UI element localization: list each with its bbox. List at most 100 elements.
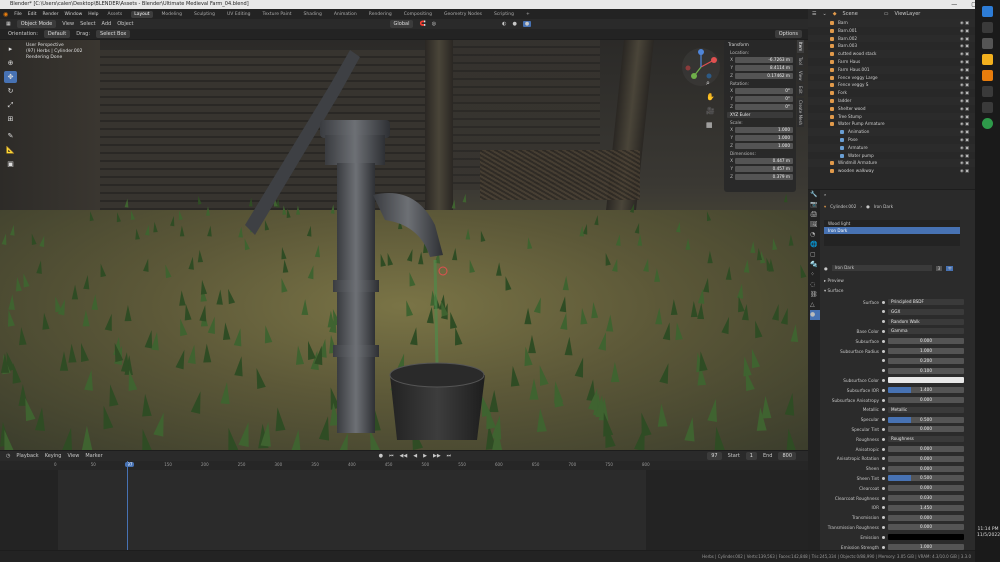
- tweak-tool-icon[interactable]: ▸: [4, 43, 17, 55]
- browser-app-icon[interactable]: [982, 102, 993, 113]
- playback-menu[interactable]: Playback: [16, 453, 38, 459]
- outliner-item[interactable]: Fence veggy S ◉ ▣: [808, 81, 975, 90]
- property-value-field[interactable]: Principled BSDF: [888, 299, 964, 305]
- proportional-edit-icon[interactable]: ◎: [432, 21, 436, 27]
- property-value-field[interactable]: Metallic: [888, 406, 964, 413]
- rotation-z-field[interactable]: Z 0°: [727, 103, 793, 110]
- timeline-view-menu[interactable]: View: [67, 453, 79, 459]
- drag-select[interactable]: Select Box: [96, 30, 131, 38]
- menu-file[interactable]: File: [14, 12, 22, 17]
- jump-end-icon[interactable]: ⏭: [447, 453, 452, 459]
- visibility-icon[interactable]: ◉ ▣: [960, 97, 969, 105]
- navigation-gizmo[interactable]: [680, 46, 722, 88]
- property-value-field[interactable]: Gamma: [888, 328, 964, 335]
- fake-user-icon[interactable]: ⛨: [946, 265, 954, 271]
- prev-key-icon[interactable]: ◀◀: [400, 453, 408, 459]
- socket-dot-icon[interactable]: [882, 535, 885, 539]
- material-users-count[interactable]: 3: [935, 265, 943, 271]
- material-slot-item[interactable]: Wood light: [824, 220, 960, 227]
- constraints-tab-icon[interactable]: ⛓: [810, 290, 820, 300]
- viewlayer-name[interactable]: ViewLayer: [895, 11, 921, 17]
- socket-dot-icon[interactable]: [882, 427, 885, 431]
- outliner-item[interactable]: Water Pump Armature ◉ ▣: [808, 120, 975, 128]
- tab-uv-editing[interactable]: UV Editing: [224, 11, 253, 18]
- play-reverse-icon[interactable]: ◀: [413, 453, 417, 459]
- play-icon[interactable]: ▶: [423, 453, 427, 459]
- select-menu[interactable]: Select: [80, 21, 95, 27]
- property-value-field[interactable]: 0.000: [888, 446, 964, 452]
- outliner-item[interactable]: Windmill Armature ◉ ▣: [808, 159, 975, 168]
- outliner-item[interactable]: cutted wood stack ◉ ▣: [808, 50, 975, 58]
- jump-start-icon[interactable]: ⏮: [389, 453, 394, 459]
- tool-tab-icon[interactable]: 🔧: [810, 190, 820, 200]
- add-workspace-button[interactable]: +: [523, 11, 533, 18]
- visibility-icon[interactable]: ◉ ▣: [960, 105, 969, 113]
- visibility-icon[interactable]: ◉ ▣: [960, 66, 969, 74]
- visibility-icon[interactable]: ◉ ▣: [960, 50, 969, 58]
- outliner-item[interactable]: Barn.002 ◉ ▣: [808, 34, 975, 43]
- tab-assets[interactable]: Assets: [105, 11, 126, 18]
- property-value-field[interactable]: 0.200: [888, 357, 964, 364]
- visibility-icon[interactable]: ◉ ▣: [960, 27, 969, 35]
- scale-z-field[interactable]: Z 1.000: [727, 142, 793, 149]
- scale-y-field[interactable]: Y 1.000: [727, 134, 793, 141]
- file-explorer-icon[interactable]: [982, 38, 993, 49]
- particles-tab-icon[interactable]: ⁘: [810, 270, 820, 280]
- socket-dot-icon[interactable]: [882, 369, 885, 373]
- outliner-item[interactable]: ladder ◉ ▣: [808, 96, 975, 105]
- orientation-select[interactable]: Default: [43, 30, 71, 38]
- zoom-icon[interactable]: ⌕: [706, 76, 715, 90]
- socket-dot-icon[interactable]: [882, 398, 885, 402]
- output-tab-icon[interactable]: 🖨: [810, 210, 820, 220]
- tab-layout[interactable]: Layout: [131, 10, 153, 18]
- outliner-item[interactable]: Farm Haus.001 ◉ ▣: [808, 65, 975, 74]
- material-tab-icon[interactable]: ●: [810, 310, 820, 320]
- property-value-field[interactable]: 0.000: [888, 397, 964, 403]
- editor-type-icon[interactable]: ▦: [6, 21, 11, 27]
- marker-menu[interactable]: Marker: [85, 453, 102, 459]
- outliner-item[interactable]: Farm Haus ◉ ▣: [808, 58, 975, 66]
- 3d-viewport[interactable]: User Perspective (97) Herbs | Cylinder.0…: [0, 40, 808, 450]
- property-value-field[interactable]: 0.000: [888, 338, 964, 345]
- visibility-icon[interactable]: ◉ ▣: [960, 144, 969, 152]
- playhead-line[interactable]: [127, 461, 128, 550]
- outliner-item[interactable]: Fork ◉ ▣: [808, 89, 975, 97]
- outliner-editor-icon[interactable]: ☰: [812, 11, 816, 17]
- property-value-field[interactable]: 0.500: [888, 475, 964, 482]
- visibility-icon[interactable]: ◉ ▣: [960, 113, 969, 121]
- rotation-x-field[interactable]: X 0°: [727, 87, 793, 94]
- tab-tool[interactable]: Tool: [797, 55, 804, 67]
- property-value-field[interactable]: 0.000: [888, 455, 964, 462]
- scale-x-field[interactable]: X 1.000: [727, 126, 793, 133]
- rotation-y-field[interactable]: Y 0°: [727, 95, 793, 102]
- scene-name[interactable]: Scene: [843, 11, 858, 17]
- object-tab-icon[interactable]: ▢: [810, 250, 820, 260]
- property-value-field[interactable]: 0.100: [888, 367, 964, 374]
- minimize-button[interactable]: —: [951, 0, 957, 9]
- property-value-field[interactable]: 1.450: [888, 504, 964, 511]
- location-z-field[interactable]: Z 0.17462 m: [727, 72, 793, 79]
- tab-geometry-nodes[interactable]: Geometry Nodes: [441, 11, 485, 18]
- shading-solid-icon[interactable]: ●: [512, 21, 516, 27]
- property-value-field[interactable]: 0.500: [888, 416, 964, 423]
- blender-app-icon[interactable]: [982, 70, 993, 81]
- socket-dot-icon[interactable]: [882, 545, 885, 549]
- modifier-tab-icon[interactable]: 🔩: [810, 260, 820, 270]
- mode-select[interactable]: Object Mode: [16, 20, 57, 28]
- socket-dot-icon[interactable]: [882, 516, 885, 520]
- visibility-icon[interactable]: ◉ ▣: [960, 159, 969, 167]
- socket-dot-icon[interactable]: [882, 408, 885, 412]
- property-value-field[interactable]: 0.000: [888, 485, 964, 492]
- transform-orientation-select[interactable]: Global: [389, 20, 414, 28]
- measure-tool-icon[interactable]: 📐: [4, 144, 17, 156]
- visibility-icon[interactable]: ◉ ▣: [960, 128, 969, 136]
- tab-view[interactable]: View: [797, 68, 804, 83]
- menu-render[interactable]: Render: [43, 12, 59, 17]
- outliner-item[interactable]: Armature ◉ ▣: [808, 143, 975, 152]
- windows-start-icon[interactable]: [982, 6, 993, 17]
- menu-help[interactable]: Help: [88, 12, 98, 17]
- timeline-editor-icon[interactable]: ◷: [6, 453, 10, 459]
- location-x-field[interactable]: X -6.7263 m: [727, 56, 793, 63]
- visibility-icon[interactable]: ◉ ▣: [960, 42, 969, 50]
- system-clock[interactable]: 11:14 PM 11/5/2022: [977, 527, 1000, 539]
